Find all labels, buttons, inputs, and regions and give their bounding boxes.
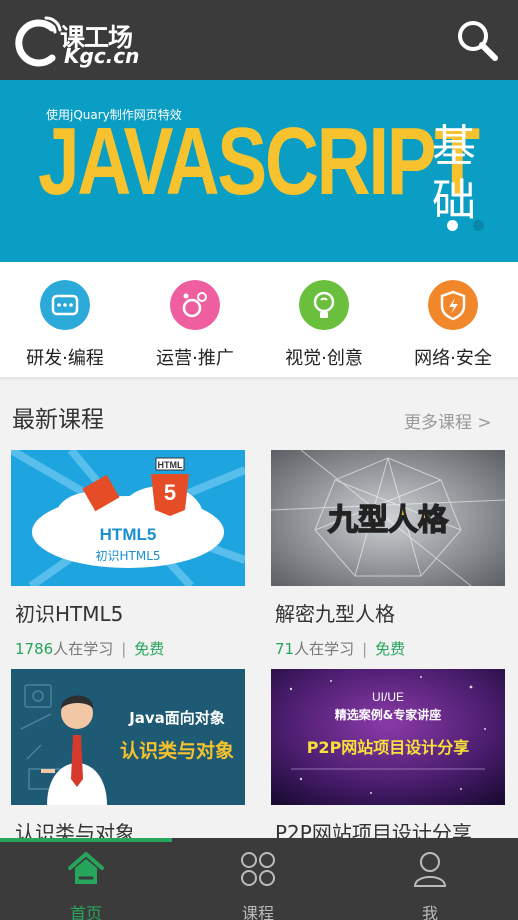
price-label: 免费 [134, 640, 165, 658]
svg-text:初识HTML5: 初识HTML5 [95, 549, 160, 563]
tab-courses[interactable]: 课程 [172, 838, 344, 920]
course-thumbnail: 九型人格 [271, 450, 505, 586]
tab-home[interactable]: 首页 [0, 838, 172, 920]
bubbles-icon [170, 280, 220, 330]
search-icon[interactable] [455, 18, 499, 62]
category-label: 视觉·创意 [285, 348, 363, 369]
section-title: 最新课程 [12, 407, 104, 433]
svg-text:UI/UE: UI/UE [372, 690, 404, 704]
user-icon [413, 852, 447, 887]
p2p-thumb-art: UI/UE 精选案例&专家讲座 P2P网站项目设计分享 [271, 669, 505, 805]
svg-text:精选案例&专家讲座: 精选案例&专家讲座 [335, 707, 441, 722]
shield-icon [428, 280, 478, 330]
learner-count: 1786 [15, 640, 54, 658]
grid-icon [241, 852, 275, 886]
more-courses-link[interactable]: 更多课程 > [404, 408, 492, 433]
course-meta: 1786人在学习 | 免费 [15, 638, 164, 659]
tab-label: 课程 [241, 904, 274, 920]
svg-text:HTML: HTML [158, 460, 183, 470]
svg-text:HTML5: HTML5 [100, 525, 157, 544]
tab-me[interactable]: 我 [344, 838, 516, 920]
course-thumbnail: UI/UE 精选案例&专家讲座 P2P网站项目设计分享 [271, 669, 505, 805]
price-label: 免费 [375, 640, 406, 658]
banner-title: JAVASCRIPT [38, 108, 480, 215]
app-header: 课工场 Kgc.cn [0, 0, 518, 80]
logo-text-en: Kgc.cn [64, 44, 140, 68]
code-window-icon [40, 280, 90, 330]
meta-separator: | [362, 640, 368, 658]
category-label: 运营·推广 [156, 348, 234, 369]
banner-side-text: 基础 [432, 121, 476, 226]
tab-label: 我 [421, 904, 438, 920]
svg-text:九型人格: 九型人格 [328, 503, 449, 538]
course-thumbnail: Java面向对象 认识类与对象 [11, 669, 245, 805]
home-icon [68, 852, 104, 884]
category-label: 研发·编程 [26, 348, 104, 369]
category-dev[interactable]: 研发·编程 [0, 280, 130, 370]
carousel-dot[interactable] [473, 220, 484, 231]
category-security[interactable]: 网络·安全 [388, 280, 518, 370]
category-label: 网络·安全 [414, 348, 492, 369]
learner-suffix: 人在学习 [294, 640, 355, 658]
hero-banner[interactable]: 使用jQuary制作网页特效 JAVASCRIPT 基础 [0, 80, 518, 262]
active-tab-indicator [0, 838, 172, 842]
course-meta: 71人在学习 | 免费 [275, 638, 405, 659]
logo[interactable]: 课工场 Kgc.cn [12, 8, 152, 70]
svg-text:认识类与对象: 认识类与对象 [120, 739, 234, 762]
category-ops[interactable]: 运营·推广 [130, 280, 260, 370]
enneagram-thumb-art: 九型人格 [271, 450, 505, 586]
svg-text:P2P网站项目设计分享: P2P网站项目设计分享 [307, 738, 470, 757]
course-title: 解密九型人格 [275, 602, 395, 626]
carousel-dot-active[interactable] [447, 220, 458, 231]
svg-text:5: 5 [164, 480, 176, 505]
learner-suffix: 人在学习 [53, 640, 114, 658]
category-visual[interactable]: 视觉·创意 [259, 280, 389, 370]
html5-thumb-art: 5 HTML HTML5 初识HTML5 [11, 450, 245, 586]
learner-count: 71 [275, 640, 295, 658]
java-thumb-art: Java面向对象 认识类与对象 [11, 669, 245, 805]
bulb-icon [299, 280, 349, 330]
tab-label: 首页 [69, 904, 102, 920]
course-thumbnail: 5 HTML HTML5 初识HTML5 [11, 450, 245, 586]
svg-text:Java面向对象: Java面向对象 [128, 709, 225, 727]
course-title: 初识HTML5 [15, 602, 124, 626]
bottom-tab-bar: 首页 课程 我 [0, 838, 518, 920]
meta-separator: | [121, 640, 127, 658]
category-nav: 研发·编程 运营·推广 视觉·创意 网络·安全 [0, 262, 518, 380]
